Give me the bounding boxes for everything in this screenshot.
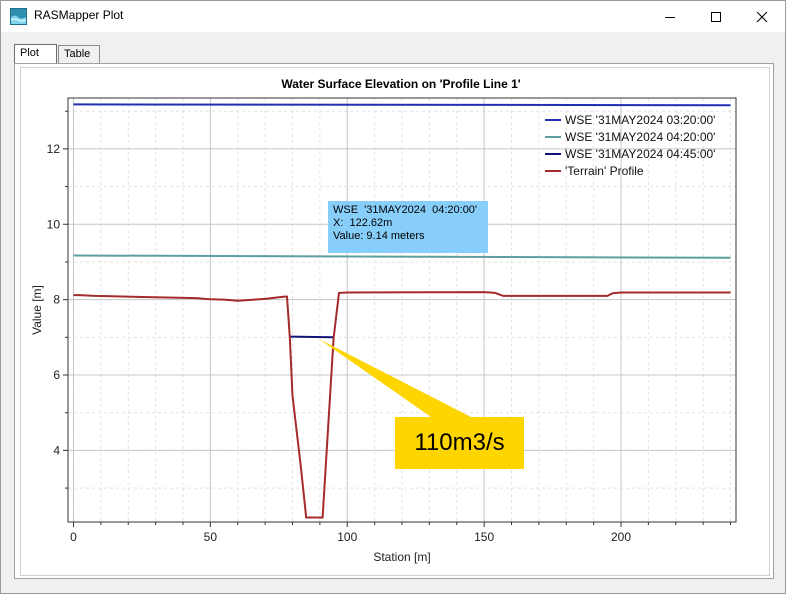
flow-callout-text: 110m3/s	[414, 429, 505, 456]
wse-profile-chart[interactable]: Water Surface Elevation on 'Profile Line…	[1, 1, 786, 595]
rasmapper-plot-window: RASMapper Plot Plot Table Water Surface …	[0, 0, 786, 594]
tooltip-value: Value: 9.14 meters	[333, 230, 425, 242]
legend-entry: WSE '31MAY2024 03:20:00'	[565, 113, 715, 127]
series-line-1[interactable]	[73, 254, 731, 259]
chart-title: Water Surface Elevation on 'Profile Line…	[281, 77, 520, 91]
x-tick-label: 200	[611, 530, 631, 544]
chart-legend: WSE '31MAY2024 03:20:00' WSE '31MAY2024 0…	[545, 113, 715, 178]
callout-pointer	[319, 339, 471, 417]
x-tick-label: 150	[474, 530, 494, 544]
y-tick-label: 12	[47, 142, 61, 156]
series-line-2[interactable]	[289, 335, 334, 339]
y-tick-label: 10	[47, 217, 61, 231]
flow-callout: 110m3/s	[395, 417, 524, 469]
legend-entry: WSE '31MAY2024 04:20:00'	[565, 130, 715, 144]
x-axis-label: Station [m]	[373, 550, 430, 564]
x-tick-label: 100	[337, 530, 357, 544]
legend-entry: 'Terrain' Profile	[565, 164, 644, 178]
x-tick-label: 0	[70, 530, 77, 544]
tooltip-series: WSE '31MAY2024 04:20:00'	[333, 204, 478, 216]
legend-entry: WSE '31MAY2024 04:45:00'	[565, 147, 715, 161]
x-tick-label: 50	[204, 530, 218, 544]
series-line-0[interactable]	[73, 103, 731, 107]
tooltip-x: X: 122.62m	[333, 217, 393, 229]
y-tick-label: 4	[53, 443, 60, 457]
y-tick-label: 6	[53, 368, 60, 382]
y-axis-label: Value [m]	[30, 285, 44, 335]
y-tick-label: 8	[53, 293, 60, 307]
data-point-tooltip: WSE '31MAY2024 04:20:00' X: 122.62m Valu…	[328, 201, 488, 253]
